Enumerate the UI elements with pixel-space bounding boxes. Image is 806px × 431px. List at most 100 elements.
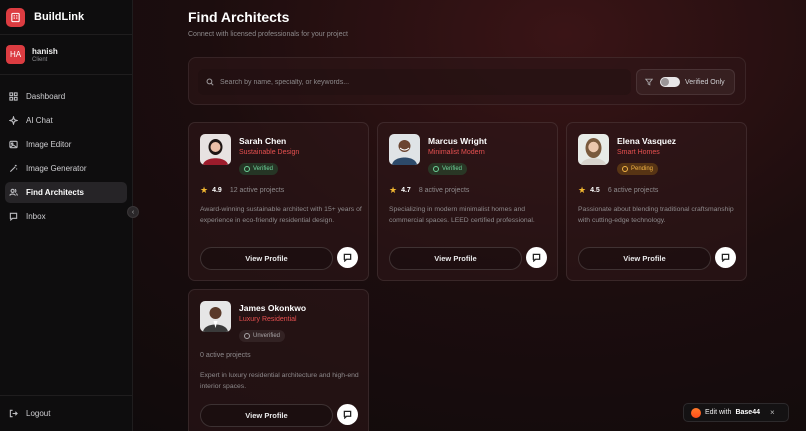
image-icon — [9, 140, 18, 149]
status-label: Verified — [253, 166, 274, 172]
status-badge: Verified — [428, 163, 468, 175]
edit-with-label: Edit with — [705, 409, 732, 416]
architect-bio: Passionate about blending traditional cr… — [578, 206, 734, 224]
sidebar-item-image-generator[interactable]: Image Generator — [5, 158, 127, 179]
architect-specialty: Minimalist Modern — [428, 149, 485, 156]
logout-icon — [9, 409, 18, 418]
architect-photo — [200, 134, 231, 165]
architect-stats: ★ 4.5 6 active projects — [578, 185, 658, 196]
architect-name: James Okonkwo — [239, 303, 307, 313]
architect-stats: ★ 4.9 12 active projects — [200, 185, 284, 196]
architect-specialty: Smart Homes — [617, 149, 660, 156]
brand[interactable]: BuildLink — [0, 0, 132, 35]
sparkle-icon — [9, 116, 18, 125]
sidebar-item-ai-chat[interactable]: AI Chat — [5, 110, 127, 131]
base44-brand: Base44 — [735, 409, 760, 416]
architect-card: James Okonkwo Luxury Residential Unverif… — [188, 289, 369, 431]
architect-name: Elena Vasquez — [617, 136, 677, 146]
architect-card: Marcus Wright Minimalist Modern Verified… — [377, 122, 558, 281]
clock-icon — [622, 166, 628, 172]
app-name: BuildLink — [34, 11, 85, 23]
view-profile-button[interactable]: View Profile — [389, 247, 522, 270]
page-subtitle: Connect with licensed professionals for … — [188, 31, 348, 38]
users-icon — [9, 188, 18, 196]
user-profile[interactable]: HA hanish Client — [0, 35, 132, 75]
message-button[interactable] — [526, 247, 547, 268]
view-profile-button[interactable]: View Profile — [200, 404, 333, 427]
message-icon — [343, 410, 352, 419]
sidebar-nav: Dashboard AI Chat Image Editor Image Gen… — [0, 75, 132, 227]
building-icon — [6, 7, 25, 27]
user-name: hanish — [32, 46, 58, 56]
status-label: Verified — [442, 166, 463, 172]
status-badge: Unverified — [239, 330, 286, 342]
status-badge: Pending — [617, 163, 659, 175]
architect-specialty: Sustainable Design — [239, 149, 300, 156]
verified-filter[interactable]: Verified Only — [636, 69, 735, 95]
search-input[interactable] — [220, 78, 600, 86]
edit-with-base44-button[interactable]: Edit with Base44 × — [683, 403, 789, 422]
architect-rating: 4.5 — [590, 187, 600, 194]
status-label: Unverified — [253, 333, 281, 339]
verified-toggle[interactable] — [660, 77, 680, 87]
sidebar: BuildLink HA hanish Client Dashboard AI … — [0, 0, 133, 431]
page-title: Find Architects — [188, 9, 290, 25]
verified-filter-label: Verified Only — [685, 78, 725, 86]
user-role: Client — [32, 56, 48, 63]
sidebar-item-label: Dashboard — [26, 92, 66, 101]
architect-name: Marcus Wright — [428, 136, 487, 146]
filter-icon — [645, 78, 653, 86]
view-profile-button[interactable]: View Profile — [578, 247, 711, 270]
message-button[interactable] — [715, 247, 736, 268]
architect-projects: 8 active projects — [418, 187, 470, 194]
collapse-sidebar-button[interactable]: ‹ — [127, 206, 139, 218]
star-icon: ★ — [389, 185, 398, 195]
check-circle-icon — [244, 166, 250, 172]
sidebar-item-label: Find Architects — [26, 188, 84, 197]
sidebar-item-inbox[interactable]: Inbox — [5, 206, 127, 227]
sidebar-item-label: AI Chat — [26, 116, 53, 125]
sidebar-item-label: Image Generator — [26, 164, 87, 173]
architect-card: Sarah Chen Sustainable Design Verified ★… — [188, 122, 369, 281]
search-panel: Verified Only — [188, 57, 746, 105]
star-icon: ★ — [200, 185, 209, 195]
logout-label: Logout — [26, 409, 51, 418]
chevron-left-icon: ‹ — [131, 208, 135, 216]
star-icon: ★ — [578, 185, 587, 195]
base44-logo-icon — [691, 407, 701, 418]
search-icon — [206, 78, 214, 86]
architect-bio: Award-winning sustainable architect with… — [200, 206, 362, 224]
view-profile-button[interactable]: View Profile — [200, 247, 333, 270]
architect-photo — [389, 134, 420, 165]
architect-bio: Expert in luxury residential architectur… — [200, 372, 359, 390]
architect-bio: Specializing in modern minimalist homes … — [389, 206, 535, 224]
message-button[interactable] — [337, 404, 358, 425]
architect-projects: 0 active projects — [200, 352, 251, 359]
message-button[interactable] — [337, 247, 358, 268]
close-icon[interactable]: × — [770, 408, 775, 417]
x-circle-icon — [244, 333, 250, 339]
architect-projects: 12 active projects — [229, 187, 285, 194]
sidebar-item-find-architects[interactable]: Find Architects — [5, 182, 127, 203]
message-icon — [9, 212, 18, 221]
architect-specialty: Luxury Residential — [239, 316, 297, 323]
sidebar-item-image-editor[interactable]: Image Editor — [5, 134, 127, 155]
wand-icon — [9, 164, 18, 173]
architect-rating: 4.9 — [212, 187, 222, 194]
architect-photo — [578, 134, 609, 165]
architect-name: Sarah Chen — [239, 136, 287, 146]
architect-stats: ★ 4.7 8 active projects — [389, 185, 469, 196]
avatar: HA — [6, 45, 25, 64]
status-badge: Verified — [239, 163, 279, 175]
sidebar-item-dashboard[interactable]: Dashboard — [5, 86, 127, 107]
message-icon — [721, 253, 730, 262]
logout-button[interactable]: Logout — [0, 395, 133, 431]
sidebar-item-label: Inbox — [26, 212, 46, 221]
search-field[interactable] — [198, 69, 631, 95]
architect-stats: 0 active projects — [200, 352, 251, 359]
architect-card: Elena Vasquez Smart Homes Pending ★ 4.5 … — [566, 122, 747, 281]
message-icon — [343, 253, 352, 262]
status-label: Pending — [631, 166, 654, 172]
grid-icon — [9, 92, 18, 101]
architect-rating: 4.7 — [401, 187, 411, 194]
